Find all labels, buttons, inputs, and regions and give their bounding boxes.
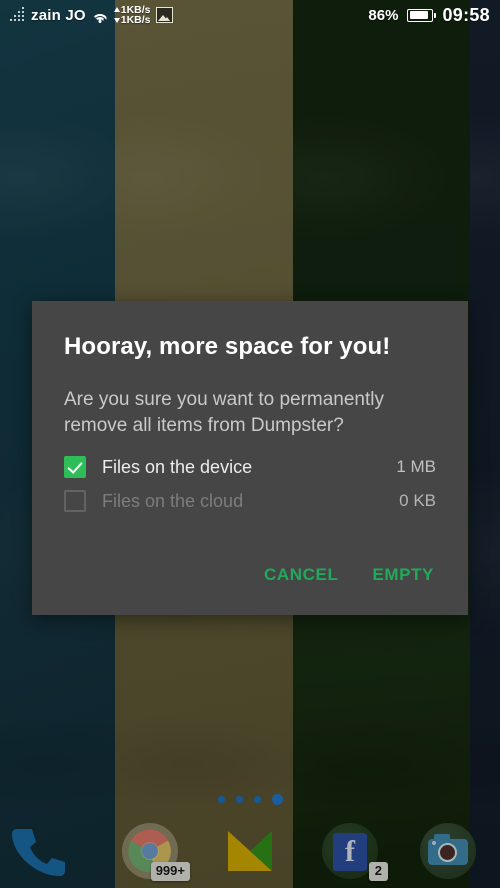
- option-row-device[interactable]: Files on the device 1 MB: [64, 456, 436, 479]
- battery-percent-label: 86%: [368, 6, 399, 24]
- carrier-label: zain JO: [31, 6, 86, 24]
- option-label-cloud: Files on the cloud: [102, 490, 244, 511]
- empty-dumpster-dialog: Hooray, more space for you! Are you sure…: [32, 301, 468, 615]
- status-bar: zain JO 1KB/s 1KB/s 86% 09:58: [0, 0, 500, 30]
- gallery-image-icon: [155, 7, 173, 23]
- cancel-button[interactable]: CANCEL: [262, 561, 340, 589]
- checkbox-files-on-device[interactable]: [64, 456, 86, 479]
- option-size-device: 1 MB: [396, 457, 436, 477]
- empty-button[interactable]: EMPTY: [370, 561, 436, 589]
- dialog-actions: CANCEL EMPTY: [64, 561, 436, 589]
- dialog-title: Hooray, more space for you!: [64, 333, 391, 360]
- download-speed-label: 1KB/s: [120, 14, 151, 26]
- battery-icon: [407, 8, 437, 22]
- dialog-message: Are you sure you want to permanently rem…: [64, 389, 385, 436]
- option-label-device: Files on the device: [102, 456, 253, 477]
- network-speed-indicator: 1KB/s 1KB/s: [113, 4, 151, 26]
- option-row-cloud[interactable]: Files on the cloud 0 KB: [64, 490, 436, 513]
- phone-screen: zain JO 1KB/s 1KB/s 86% 09:58 999+ f 2 H…: [0, 0, 500, 888]
- upload-arrow-icon: [113, 7, 120, 13]
- clock-label: 09:58: [442, 4, 490, 25]
- option-size-cloud: 0 KB: [399, 491, 436, 511]
- checkbox-files-on-cloud[interactable]: [64, 490, 86, 513]
- wifi-icon: [91, 8, 109, 23]
- download-arrow-icon: [113, 17, 120, 23]
- signal-dots-icon: [10, 7, 26, 23]
